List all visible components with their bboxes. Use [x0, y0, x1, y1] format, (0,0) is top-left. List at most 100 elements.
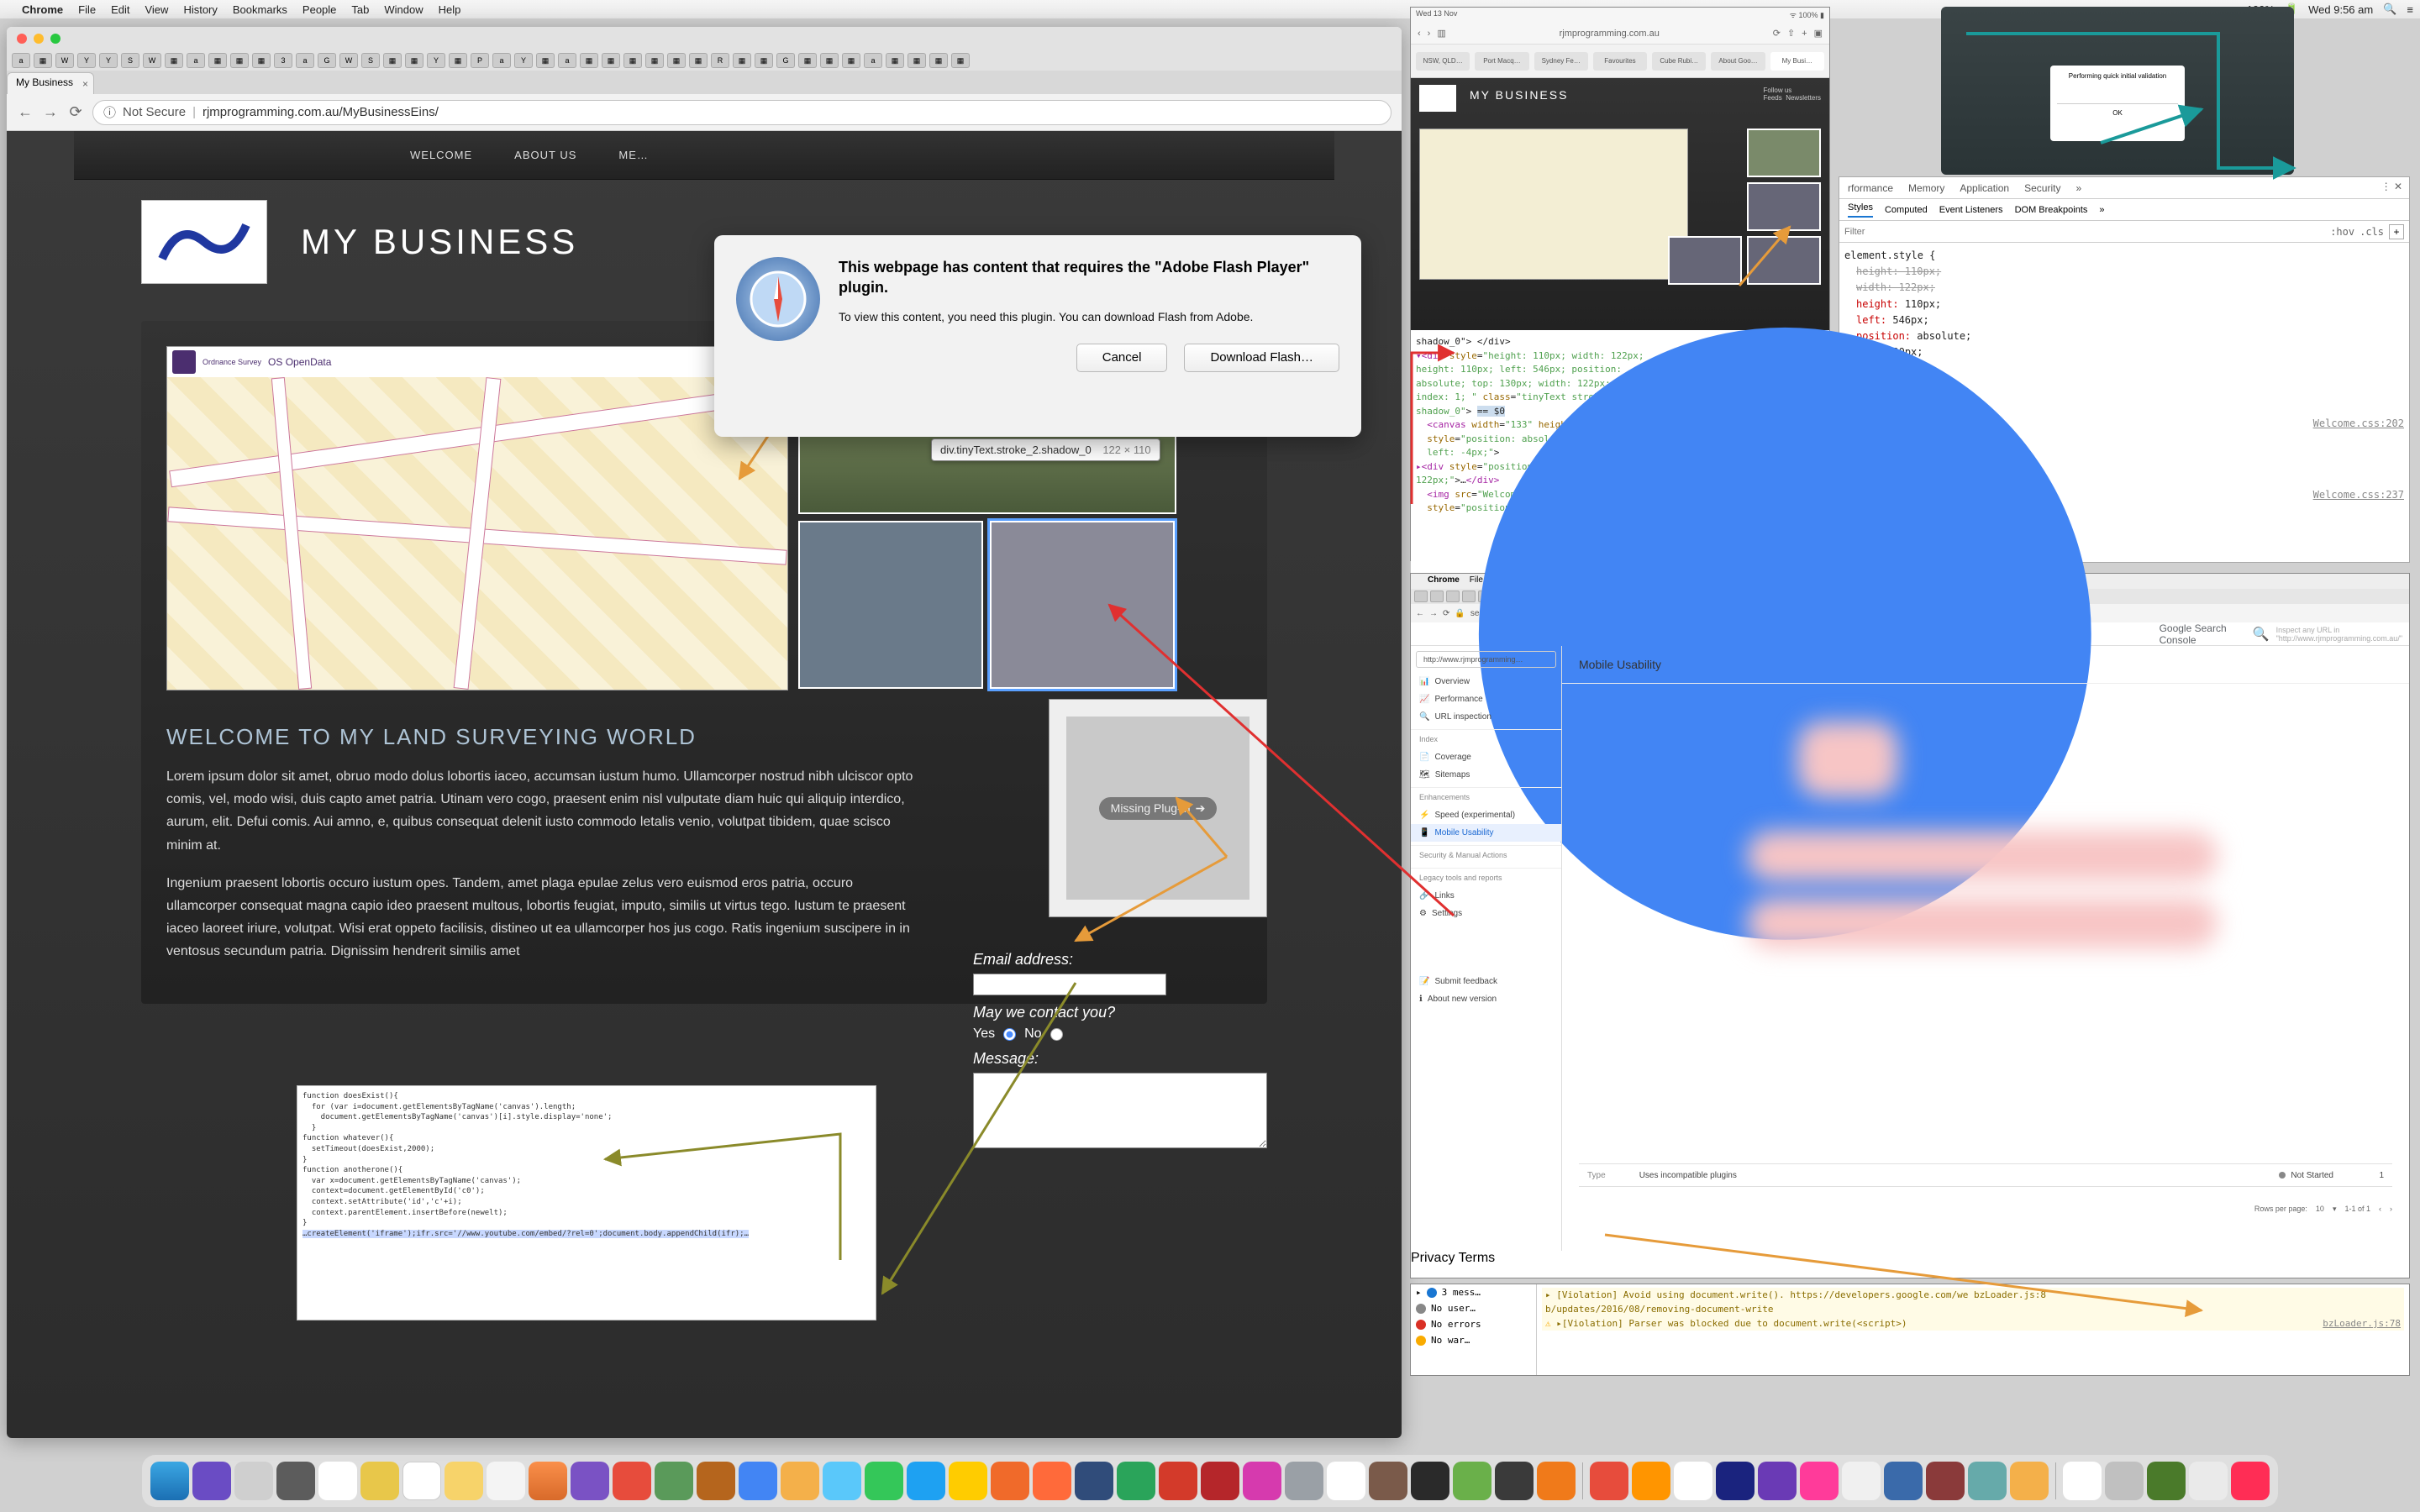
- dock-app[interactable]: [781, 1462, 819, 1500]
- dock-appstore[interactable]: [907, 1462, 945, 1500]
- bookmark-item[interactable]: ▦: [667, 53, 686, 68]
- bookmark-item[interactable]: ▦: [842, 53, 860, 68]
- dock-app[interactable]: [1968, 1462, 2007, 1500]
- dock-app[interactable]: [1327, 1462, 1365, 1500]
- email-field[interactable]: [973, 974, 1166, 995]
- dock-app[interactable]: [1842, 1462, 1881, 1500]
- bookmark-item[interactable]: ▦: [405, 53, 424, 68]
- bookmark-item[interactable]: R: [711, 53, 729, 68]
- dock-app[interactable]: [1117, 1462, 1155, 1500]
- dock-app[interactable]: [571, 1462, 609, 1500]
- nav-more[interactable]: ME…: [618, 149, 649, 161]
- bookmark-item[interactable]: ▦: [208, 53, 227, 68]
- tab-styles[interactable]: Styles: [1848, 202, 1873, 218]
- bookmark-item[interactable]: ▦: [908, 53, 926, 68]
- close-icon[interactable]: ×: [82, 78, 88, 90]
- tab-memory[interactable]: Memory: [1908, 182, 1944, 194]
- sidebar-item-about[interactable]: ℹ About new version: [1411, 990, 1561, 1008]
- safari-tab[interactable]: Sydney Fe…: [1534, 52, 1588, 71]
- dock-app[interactable]: [1075, 1462, 1113, 1500]
- dock-app[interactable]: [697, 1462, 735, 1500]
- bookmark-item[interactable]: Y: [99, 53, 118, 68]
- tab-listeners[interactable]: Event Listeners: [1939, 205, 2003, 215]
- reload-button[interactable]: ⟳: [67, 103, 84, 121]
- mini-thumb[interactable]: [1747, 182, 1821, 231]
- info-icon[interactable]: ⓘ: [103, 103, 116, 121]
- forward-icon[interactable]: ›: [1428, 29, 1431, 39]
- safari-tab[interactable]: About Goo…: [1711, 52, 1765, 71]
- bookmark-item[interactable]: ▦: [383, 53, 402, 68]
- bookmark-item[interactable]: a: [296, 53, 314, 68]
- tabs-icon[interactable]: ▣: [1814, 28, 1823, 39]
- pager-size[interactable]: 10: [2316, 1205, 2324, 1214]
- bookmark-item[interactable]: a: [492, 53, 511, 68]
- safari-tab[interactable]: NSW, QLD…: [1416, 52, 1470, 71]
- url-bar[interactable]: ⓘ Not Secure | rjmprogramming.com.au/MyB…: [92, 100, 1392, 125]
- radio-no[interactable]: [1050, 1028, 1063, 1041]
- clock[interactable]: Wed 9:56 am: [2308, 3, 2373, 16]
- newsletters-label[interactable]: Newsletters: [1786, 94, 1821, 102]
- bookmark-item[interactable]: ▦: [230, 53, 249, 68]
- dock-app[interactable]: [360, 1462, 399, 1500]
- bookmark-item[interactable]: G: [776, 53, 795, 68]
- bookmark-item[interactable]: Y: [514, 53, 533, 68]
- menu-history[interactable]: History: [183, 3, 217, 16]
- gallery-thumb[interactable]: [798, 521, 983, 689]
- dock-app[interactable]: [949, 1462, 987, 1500]
- bookmark-item[interactable]: ▦: [951, 53, 970, 68]
- dock-app[interactable]: [1537, 1462, 1576, 1500]
- mini-thumb[interactable]: [1747, 129, 1821, 177]
- error-count[interactable]: No errors: [1431, 1319, 1481, 1330]
- dock-app[interactable]: [1758, 1462, 1797, 1500]
- share-icon[interactable]: ⇧: [1787, 28, 1795, 39]
- msg-count[interactable]: 3 mess…: [1442, 1287, 1481, 1298]
- user-msgs[interactable]: No user…: [1431, 1303, 1476, 1314]
- menu-help[interactable]: Help: [439, 3, 461, 16]
- plugin-missing-box[interactable]: Missing Plug-in ➔: [1049, 699, 1267, 917]
- bookmark-item[interactable]: W: [143, 53, 161, 68]
- dock-app[interactable]: [318, 1462, 357, 1500]
- sidebar-item-mobile-usability[interactable]: 📱 Mobile Usability: [1411, 824, 1561, 842]
- menu-bookmarks[interactable]: Bookmarks: [233, 3, 287, 16]
- sidebar-item-overview[interactable]: 📊 Overview: [1411, 673, 1561, 690]
- dock-app[interactable]: [2063, 1462, 2102, 1500]
- source-file[interactable]: bzLoader.js:78: [2323, 1318, 2401, 1329]
- message-field[interactable]: [973, 1073, 1267, 1148]
- issue-row[interactable]: Type Uses incompatible plugins Not Start…: [1579, 1163, 2392, 1187]
- forward-button[interactable]: →: [42, 103, 59, 121]
- bookmark-item[interactable]: ▦: [580, 53, 598, 68]
- menu-list-icon[interactable]: ≡: [2407, 3, 2413, 16]
- bookmark-item[interactable]: ▦: [689, 53, 708, 68]
- sidebar-item-sitemaps[interactable]: 🗺 Sitemaps: [1411, 766, 1561, 784]
- bookmark-item[interactable]: ▦: [820, 53, 839, 68]
- dock-preferences[interactable]: [276, 1462, 315, 1500]
- dock-firefox[interactable]: [1033, 1462, 1071, 1500]
- footer-terms[interactable]: Terms: [1459, 1251, 1496, 1265]
- dock-app[interactable]: [1632, 1462, 1670, 1500]
- pager-prev[interactable]: ‹: [2379, 1205, 2381, 1214]
- dock-app[interactable]: [1926, 1462, 1965, 1500]
- popup-ok[interactable]: OK: [2057, 103, 2178, 117]
- reload-icon[interactable]: ⟳: [1773, 28, 1781, 39]
- dock-app[interactable]: [865, 1462, 903, 1500]
- dock-opera[interactable]: [1159, 1462, 1197, 1500]
- back-button[interactable]: ←: [17, 103, 34, 121]
- menu-view[interactable]: View: [145, 3, 168, 16]
- dock-app[interactable]: [2010, 1462, 2049, 1500]
- cancel-button[interactable]: Cancel: [1076, 344, 1168, 372]
- chevron-right-icon[interactable]: ▸: [1556, 1318, 1562, 1329]
- sidebar-item-url-inspection[interactable]: 🔍 URL inspection: [1411, 708, 1561, 726]
- back-icon[interactable]: ‹: [1418, 29, 1421, 39]
- dock-finder[interactable]: [150, 1462, 189, 1500]
- bookmark-item[interactable]: W: [339, 53, 358, 68]
- dock-app[interactable]: [2147, 1462, 2186, 1500]
- menu-window[interactable]: Window: [384, 3, 423, 16]
- bookmark-item[interactable]: 3: [274, 53, 292, 68]
- bookmark-item[interactable]: G: [318, 53, 336, 68]
- bookmark-item[interactable]: ▦: [929, 53, 948, 68]
- safari-tab-active[interactable]: My Busi…: [1770, 52, 1824, 71]
- footer-privacy[interactable]: Privacy: [1411, 1251, 1455, 1265]
- tab-security[interactable]: Security: [2024, 182, 2060, 194]
- source-file[interactable]: Welcome.css:202: [2313, 416, 2404, 432]
- ipad-url[interactable]: rjmprogramming.com.au: [1453, 29, 1766, 39]
